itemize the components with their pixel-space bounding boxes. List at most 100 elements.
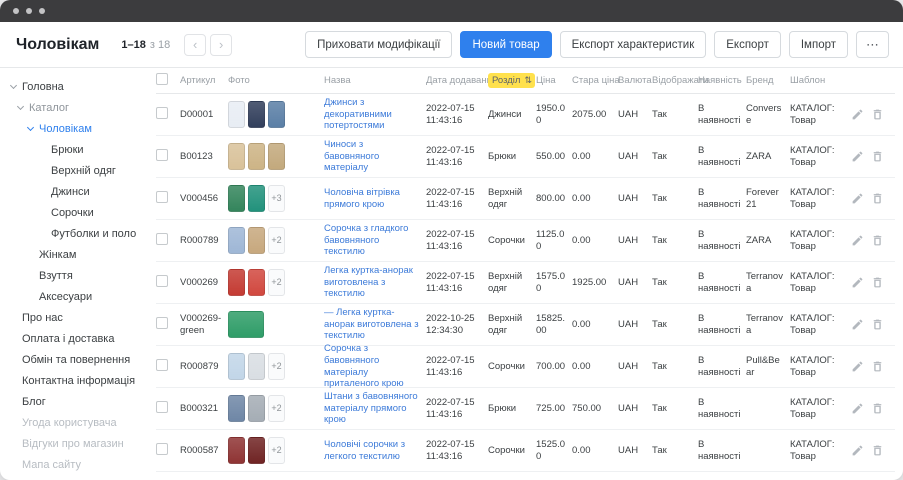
row-checkbox[interactable] bbox=[156, 107, 168, 119]
product-photo[interactable] bbox=[228, 437, 245, 464]
product-photo[interactable] bbox=[248, 395, 265, 422]
column-header-brand[interactable]: Бренд bbox=[746, 75, 790, 86]
row-checkbox[interactable] bbox=[156, 401, 168, 413]
window-dot-1[interactable] bbox=[13, 8, 19, 14]
product-photo[interactable] bbox=[248, 353, 265, 380]
edit-icon[interactable] bbox=[851, 234, 864, 247]
product-name-link[interactable]: Чоловіча вітрівка прямого крою bbox=[324, 187, 421, 211]
more-photos-badge[interactable]: +2 bbox=[268, 227, 285, 254]
product-photo[interactable] bbox=[248, 269, 265, 296]
sidebar-item-9[interactable]: Взуття bbox=[0, 265, 150, 286]
sidebar-item-5[interactable]: Джинси bbox=[0, 181, 150, 202]
product-photo[interactable] bbox=[268, 101, 285, 128]
row-checkbox[interactable] bbox=[156, 191, 168, 203]
column-header-date[interactable]: Дата додавання bbox=[426, 75, 488, 86]
more-photos-badge[interactable]: +2 bbox=[268, 353, 285, 380]
delete-icon[interactable] bbox=[871, 360, 884, 373]
sidebar-item-2[interactable]: Чоловікам bbox=[0, 118, 150, 139]
delete-icon[interactable] bbox=[871, 234, 884, 247]
delete-icon[interactable] bbox=[871, 192, 884, 205]
sidebar-item-16[interactable]: Угода користувача bbox=[0, 412, 150, 433]
product-name-link[interactable]: Чиноси з бавовняного матеріалу bbox=[324, 139, 421, 175]
product-photo[interactable] bbox=[248, 227, 265, 254]
edit-icon[interactable] bbox=[851, 318, 864, 331]
edit-icon[interactable] bbox=[851, 402, 864, 415]
more-photos-badge[interactable]: +3 bbox=[268, 185, 285, 212]
row-checkbox[interactable] bbox=[156, 443, 168, 455]
product-name-link[interactable]: Чоловічі сорочки з легкого текстилю bbox=[324, 439, 421, 463]
import-button[interactable]: Імпорт bbox=[789, 31, 848, 58]
more-actions-button[interactable]: ⋯ bbox=[856, 31, 889, 58]
export-characteristics-button[interactable]: Експорт характеристик bbox=[560, 31, 707, 58]
sidebar-item-17[interactable]: Відгуки про магазин bbox=[0, 433, 150, 454]
product-photo[interactable] bbox=[248, 185, 265, 212]
column-header-oldprice[interactable]: Стара ціна bbox=[572, 75, 618, 86]
column-header-stock[interactable]: Наявність bbox=[698, 75, 746, 86]
hide-modifications-button[interactable]: Приховати модифікації bbox=[305, 31, 452, 58]
delete-icon[interactable] bbox=[871, 402, 884, 415]
product-name-link[interactable]: Штани з бавовняного матеріалу прямого кр… bbox=[324, 391, 421, 427]
sidebar-item-15[interactable]: Блог bbox=[0, 391, 150, 412]
column-header-name[interactable]: Назва bbox=[324, 75, 426, 86]
export-button[interactable]: Експорт bbox=[714, 31, 781, 58]
sidebar-item-4[interactable]: Верхній одяг bbox=[0, 160, 150, 181]
product-name-link[interactable]: Легка куртка-анорак виготовлена з тексти… bbox=[324, 265, 421, 301]
column-header-template[interactable]: Шаблон bbox=[790, 75, 844, 86]
sidebar-item-8[interactable]: Жінкам bbox=[0, 244, 150, 265]
product-photo[interactable] bbox=[248, 143, 265, 170]
product-photo[interactable] bbox=[228, 143, 245, 170]
sidebar-item-11[interactable]: Про нас bbox=[0, 307, 150, 328]
product-photo[interactable] bbox=[248, 437, 265, 464]
delete-icon[interactable] bbox=[871, 276, 884, 289]
sidebar-item-6[interactable]: Сорочки bbox=[0, 202, 150, 223]
column-header-currency[interactable]: Валюта bbox=[618, 75, 652, 86]
column-header-display[interactable]: Відображати bbox=[652, 75, 698, 86]
edit-icon[interactable] bbox=[851, 276, 864, 289]
product-photo[interactable] bbox=[228, 311, 264, 338]
product-photo[interactable] bbox=[228, 353, 245, 380]
column-header-photo[interactable]: Фото bbox=[228, 75, 324, 86]
edit-icon[interactable] bbox=[851, 360, 864, 373]
edit-icon[interactable] bbox=[851, 150, 864, 163]
product-photo[interactable] bbox=[228, 185, 245, 212]
more-photos-badge[interactable]: +2 bbox=[268, 269, 285, 296]
sidebar-item-0[interactable]: Головна bbox=[0, 76, 150, 97]
more-photos-badge[interactable]: +2 bbox=[268, 437, 285, 464]
row-checkbox[interactable] bbox=[156, 233, 168, 245]
select-all-checkbox[interactable] bbox=[156, 73, 168, 85]
edit-icon[interactable] bbox=[851, 192, 864, 205]
delete-icon[interactable] bbox=[871, 444, 884, 457]
product-photo[interactable] bbox=[228, 101, 245, 128]
sidebar-item-18[interactable]: Мапа сайту bbox=[0, 454, 150, 475]
product-photo[interactable] bbox=[228, 269, 245, 296]
column-header-sku[interactable]: Артикул bbox=[180, 75, 228, 86]
row-checkbox[interactable] bbox=[156, 149, 168, 161]
sidebar-item-12[interactable]: Оплата і доставка bbox=[0, 328, 150, 349]
product-photo[interactable] bbox=[228, 395, 245, 422]
row-checkbox[interactable] bbox=[156, 359, 168, 371]
row-checkbox[interactable] bbox=[156, 317, 168, 329]
product-photo[interactable] bbox=[248, 101, 265, 128]
product-photo[interactable] bbox=[228, 227, 245, 254]
delete-icon[interactable] bbox=[871, 108, 884, 121]
product-photo[interactable] bbox=[268, 143, 285, 170]
sidebar-item-14[interactable]: Контактна інформація bbox=[0, 370, 150, 391]
sidebar-item-7[interactable]: Футболки и поло bbox=[0, 223, 150, 244]
column-header-price[interactable]: Ціна bbox=[536, 75, 572, 86]
product-name-link[interactable]: Сорочка з бавовняного матеріалу притален… bbox=[324, 343, 421, 391]
delete-icon[interactable] bbox=[871, 150, 884, 163]
window-dot-3[interactable] bbox=[39, 8, 45, 14]
edit-icon[interactable] bbox=[851, 108, 864, 121]
next-page-button[interactable]: › bbox=[210, 34, 232, 56]
sort-icon[interactable]: ⇅ bbox=[524, 75, 532, 86]
sidebar-item-10[interactable]: Аксесуари bbox=[0, 286, 150, 307]
product-name-link[interactable]: Сорочка з гладкого бавовняного текстилю bbox=[324, 223, 421, 259]
prev-page-button[interactable]: ‹ bbox=[184, 34, 206, 56]
column-header-section[interactable]: Розділ⇅ bbox=[488, 73, 536, 88]
window-dot-2[interactable] bbox=[26, 8, 32, 14]
row-checkbox[interactable] bbox=[156, 275, 168, 287]
sidebar-item-1[interactable]: Каталог bbox=[0, 97, 150, 118]
new-product-button[interactable]: Новий товар bbox=[460, 31, 551, 58]
delete-icon[interactable] bbox=[871, 318, 884, 331]
more-photos-badge[interactable]: +2 bbox=[268, 395, 285, 422]
